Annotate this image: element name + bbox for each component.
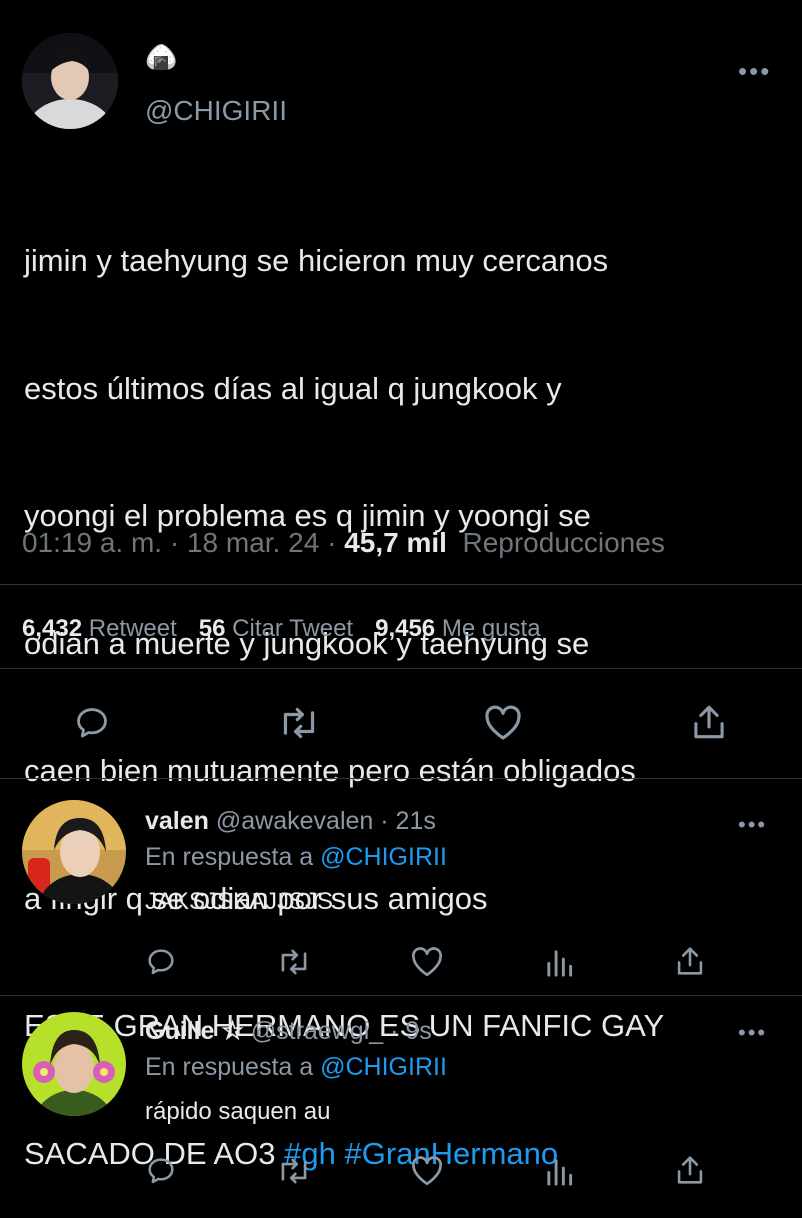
views-count: 45,7 mil: [344, 527, 447, 558]
reply-avatar[interactable]: [22, 1012, 126, 1116]
reply-icon[interactable]: [145, 946, 177, 978]
heart-icon[interactable]: [483, 704, 523, 742]
divider: [0, 995, 802, 996]
reply-to-handle[interactable]: @CHIGIRII: [320, 843, 447, 871]
heart-icon[interactable]: [410, 946, 444, 978]
retweets-label[interactable]: Retweet: [89, 615, 177, 642]
reply-to-handle[interactable]: @CHIGIRII: [320, 1053, 447, 1081]
retweet-icon[interactable]: [276, 946, 312, 978]
more-options-icon[interactable]: •••: [738, 58, 771, 84]
reply-avatar[interactable]: [22, 800, 126, 904]
tweet-text-line: caen bien mutuamente pero están obligado…: [24, 753, 636, 788]
reply-author-handle[interactable]: @straewgi_: [251, 1017, 383, 1045]
likes-label[interactable]: Me gusta: [442, 615, 541, 642]
share-icon[interactable]: [675, 944, 705, 978]
tweet-time[interactable]: 01:19 a. m.: [22, 527, 162, 558]
quotes-count[interactable]: 56: [199, 615, 226, 642]
reply-author-name[interactable]: Guille ☆: [145, 1017, 244, 1045]
author-handle[interactable]: @CHIGIRII: [145, 95, 287, 127]
tweet-text-line: estos últimos días al igual q jungkook y: [24, 370, 562, 406]
retweet-icon[interactable]: [277, 704, 321, 742]
share-icon[interactable]: [691, 702, 727, 742]
reply-time: · 9s: [390, 1017, 432, 1045]
reply-header: valen @awakevalen · 21s: [145, 807, 436, 836]
reply-to: En respuesta a @CHIGIRII: [145, 843, 447, 872]
retweet-icon[interactable]: [276, 1155, 312, 1187]
more-options-icon[interactable]: •••: [738, 1022, 767, 1044]
tweet-stats: 6,432 Retweet 56 Citar Tweet 9,456 Me gust…: [22, 615, 541, 643]
analytics-icon[interactable]: [544, 1155, 574, 1187]
heart-icon[interactable]: [410, 1155, 444, 1187]
reply-time: · 21s: [380, 807, 436, 835]
reply-icon[interactable]: [145, 1155, 177, 1187]
reply-to: En respuesta a @CHIGIRII: [145, 1053, 447, 1082]
tweet-text-line: jimin y taehyung se hicieron muy cercano…: [24, 243, 609, 278]
author-avatar[interactable]: [22, 33, 118, 129]
hashtag-link[interactable]: #GranHermano: [345, 1136, 559, 1171]
author-display-name[interactable]: 🍙: [145, 42, 177, 73]
reply-to-label: En respuesta a: [145, 1053, 314, 1081]
tweet-date[interactable]: 18 mar. 24: [187, 527, 319, 558]
reply-to-label: En respuesta a: [145, 843, 314, 871]
quotes-label[interactable]: Citar Tweet: [232, 615, 353, 642]
likes-count[interactable]: 9,456: [375, 615, 435, 642]
share-icon[interactable]: [675, 1153, 705, 1187]
reply-header: Guille ☆ @straewgi_ · 9s: [145, 1016, 432, 1046]
divider: [0, 778, 802, 779]
reply-author-handle[interactable]: @awakevalen: [216, 807, 373, 835]
reply-text: JAKSJSKAJJSJS: [145, 888, 334, 915]
reply-author-name[interactable]: valen: [145, 807, 209, 835]
retweets-count[interactable]: 6,432: [22, 615, 82, 642]
analytics-icon[interactable]: [544, 946, 574, 978]
tweet-text-line: a fingir q se odian por sus amigos: [24, 880, 488, 916]
reply-icon[interactable]: [73, 704, 111, 742]
views-label: Reproducciones: [462, 527, 665, 558]
tweet-meta: 01:19 a. m. · 18 mar. 24 · 45,7 mil Repr…: [22, 527, 665, 558]
divider: [0, 584, 802, 585]
divider: [0, 668, 802, 669]
reply-text: rápido saquen au: [145, 1098, 331, 1125]
more-options-icon[interactable]: •••: [738, 814, 767, 836]
